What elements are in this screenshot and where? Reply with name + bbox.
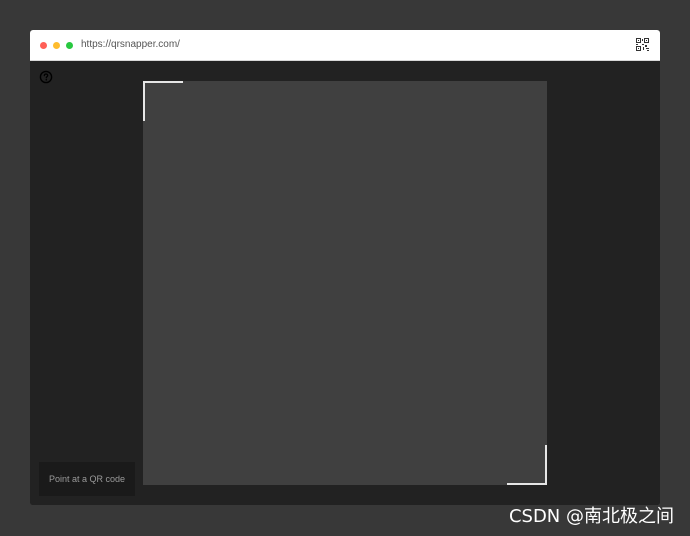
- frame-corner-top-left: [143, 81, 183, 121]
- maximize-window-button[interactable]: [66, 42, 73, 49]
- minimize-window-button[interactable]: [53, 42, 60, 49]
- frame-corner-bottom-right: [507, 445, 547, 485]
- close-window-button[interactable]: [40, 42, 47, 49]
- browser-window: https://qrsnapper.com/ Point at a QR cod…: [30, 30, 660, 505]
- help-circle-icon[interactable]: [39, 70, 53, 84]
- scan-hint-text: Point at a QR code: [48, 474, 126, 484]
- scan-hint-label: Point at a QR code: [39, 462, 135, 496]
- camera-viewfinder[interactable]: [143, 81, 547, 485]
- address-bar-url[interactable]: https://qrsnapper.com/: [81, 38, 180, 52]
- scanner-app: Point at a QR code: [30, 61, 660, 505]
- watermark-text: CSDN @南北极之间: [508, 506, 674, 527]
- qr-code-icon[interactable]: [636, 38, 649, 51]
- browser-title-bar: https://qrsnapper.com/: [30, 30, 660, 61]
